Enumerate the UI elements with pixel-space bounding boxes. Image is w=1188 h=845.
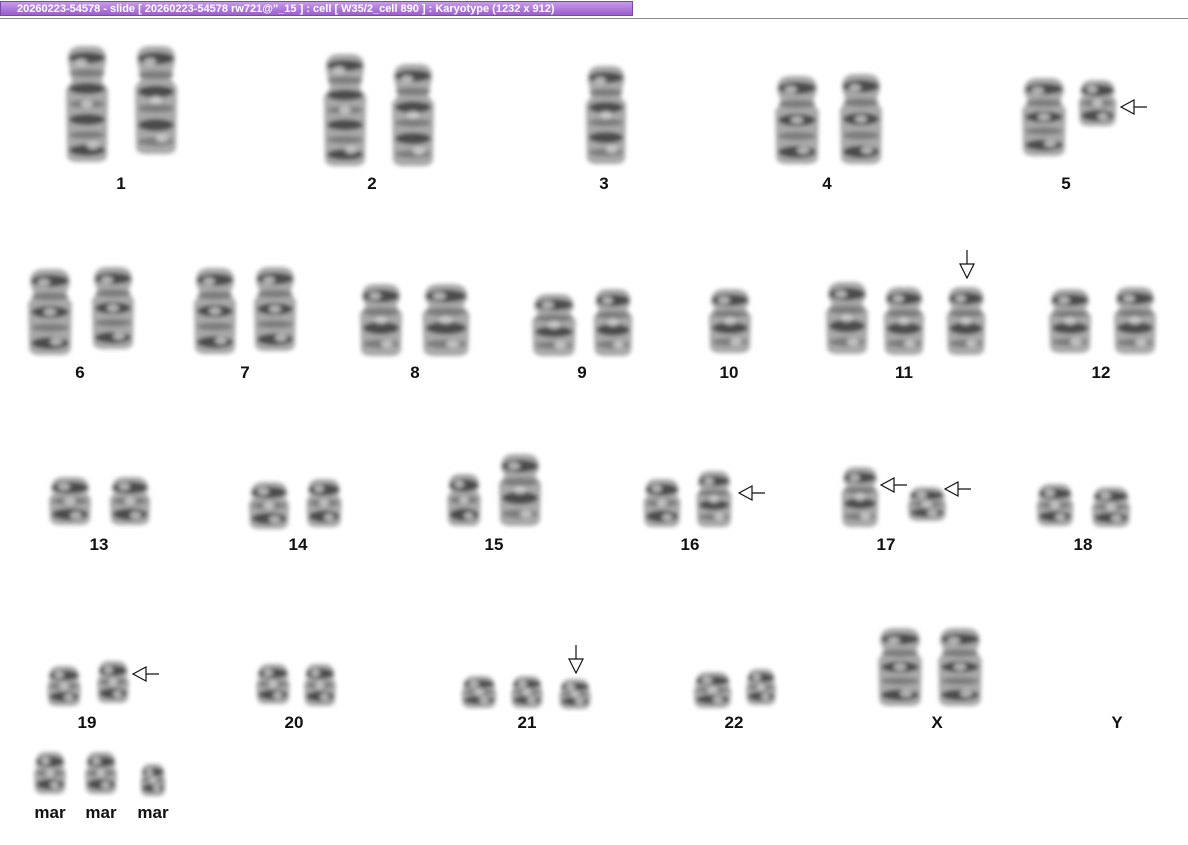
chromosome-19-2[interactable] <box>94 657 132 707</box>
chromosome-mar-1[interactable] <box>138 760 168 800</box>
abnormality-arrow-icon <box>738 484 765 502</box>
chromosome-label: 4 <box>822 174 832 193</box>
chromosome-1-1[interactable] <box>62 42 112 166</box>
chromosome-11-1[interactable] <box>822 278 872 358</box>
chromosome-label: 2 <box>367 174 377 193</box>
chromosome-18-1[interactable] <box>1033 480 1077 530</box>
chromosome-label: 14 <box>288 535 308 554</box>
chromosome-8-1[interactable] <box>356 280 406 360</box>
chromosome-12-2[interactable] <box>1110 283 1160 358</box>
chromosome-12-1[interactable] <box>1045 285 1095 357</box>
chromosome-14-2[interactable] <box>303 475 345 531</box>
chromosome-label: 11 <box>895 363 913 382</box>
abnormality-arrow-icon <box>944 480 971 498</box>
chromosome-label: 8 <box>410 363 420 382</box>
chromosome-label: 20 <box>284 713 304 732</box>
chromosome-label: 15 <box>484 535 504 554</box>
chromosome-label: 9 <box>577 363 587 382</box>
chromosome-label: mar <box>85 803 117 822</box>
chromosome-label: 5 <box>1061 174 1071 193</box>
chromosome-label: 6 <box>75 363 85 382</box>
abnormality-arrow-icon <box>959 250 975 279</box>
chromosome-7-2[interactable] <box>250 263 300 355</box>
chromosome-20-1[interactable] <box>253 660 293 708</box>
chromosome-label: 7 <box>240 363 250 382</box>
chromosome-label: 19 <box>77 713 97 732</box>
chromosome-9-1[interactable] <box>528 290 580 360</box>
chromosome-16-1[interactable] <box>640 475 684 531</box>
chromosome-16-2[interactable] <box>693 467 735 531</box>
abnormality-arrow-icon <box>132 665 159 683</box>
chromosome-11-2[interactable] <box>880 283 928 359</box>
chromosome-label: 1 <box>116 174 126 193</box>
chromosome-15-2[interactable] <box>495 450 545 530</box>
chromosome-3-1[interactable] <box>582 62 630 168</box>
abnormality-arrow-icon <box>568 645 584 674</box>
chromosome-label: 10 <box>719 363 739 382</box>
chromosome-8-2[interactable] <box>418 280 474 360</box>
chromosome-label: 22 <box>724 713 744 732</box>
chromosome-21-2[interactable] <box>508 672 546 712</box>
chromosome-1-2[interactable] <box>131 42 181 158</box>
chromosome-17-1[interactable] <box>838 463 882 531</box>
chromosome-label: 16 <box>680 535 700 554</box>
chromosome-x-1[interactable] <box>874 624 926 710</box>
chromosome-22-2[interactable] <box>743 665 779 709</box>
chromosome-4-1[interactable] <box>771 72 823 168</box>
chromosome-label: 12 <box>1091 363 1111 382</box>
chromosome-20-2[interactable] <box>301 660 339 710</box>
chromosome-6-1[interactable] <box>24 265 76 359</box>
chromosome-label: mar <box>137 803 169 822</box>
chromosome-22-1[interactable] <box>690 668 735 712</box>
chromosome-label: 17 <box>876 535 896 554</box>
chromosome-mar-1[interactable] <box>31 748 69 798</box>
abnormality-arrow-icon <box>880 476 907 494</box>
chromosome-2-2[interactable] <box>388 60 438 170</box>
chromosome-label: 13 <box>89 535 109 554</box>
chromosome-21-1[interactable] <box>458 672 500 712</box>
chromosome-18-2[interactable] <box>1088 483 1134 531</box>
chromosome-7-1[interactable] <box>190 264 240 358</box>
chromosome-5-1[interactable] <box>1018 74 1070 160</box>
title-bar: 20260223-54578 - slide [ 20260223-54578 … <box>0 0 1188 19</box>
chromosome-label: 21 <box>517 713 537 732</box>
chromosome-11-3[interactable] <box>943 283 989 359</box>
chromosome-label: X <box>931 713 943 732</box>
abnormality-arrow-icon <box>1120 98 1147 116</box>
karyotype-canvas: 1 2 3 4 5 6 7 8 9 10 11 12 13 14 15 16 17 18 19 20 21 22 X Ymar… <box>0 19 1188 845</box>
chromosome-13-1[interactable] <box>45 473 95 529</box>
chromosome-4-2[interactable] <box>836 70 886 168</box>
chromosome-9-2[interactable] <box>590 285 636 360</box>
chromosome-19-1[interactable] <box>44 662 84 710</box>
chromosome-label: 3 <box>599 174 609 193</box>
chromosome-10-1[interactable] <box>705 285 755 357</box>
chromosome-5-2[interactable] <box>1075 76 1120 130</box>
chromosome-x-2[interactable] <box>934 624 986 710</box>
chromosome-6-2[interactable] <box>88 263 138 353</box>
chromosome-2-1[interactable] <box>320 50 370 170</box>
chromosome-label: Y <box>1111 713 1123 732</box>
chromosome-14-1[interactable] <box>245 478 293 533</box>
chromosome-13-2[interactable] <box>106 473 154 529</box>
window-title[interactable]: 20260223-54578 - slide [ 20260223-54578 … <box>0 1 633 16</box>
chromosome-mar-1[interactable] <box>82 748 120 798</box>
chromosome-label: 18 <box>1073 535 1093 554</box>
chromosome-15-1[interactable] <box>444 470 484 530</box>
chromosome-21-3[interactable] <box>556 675 594 713</box>
